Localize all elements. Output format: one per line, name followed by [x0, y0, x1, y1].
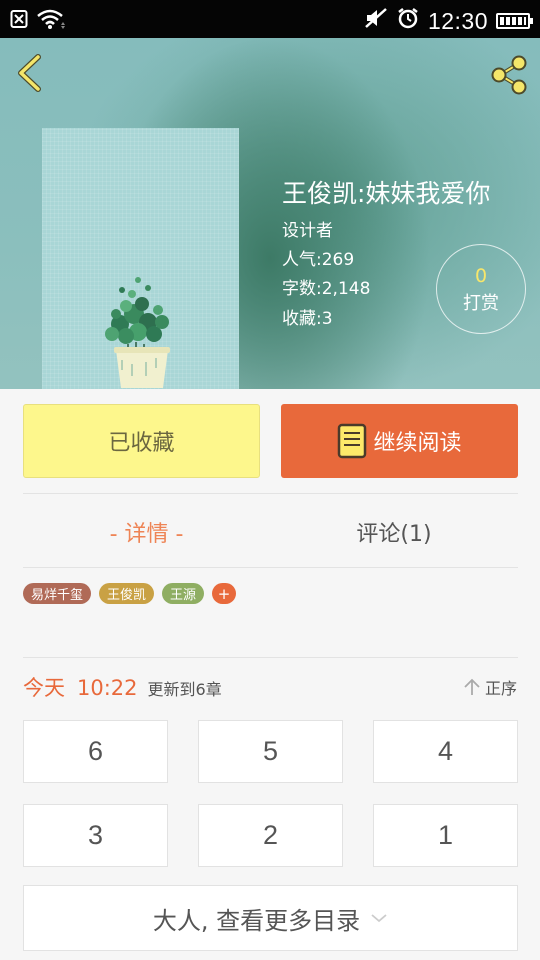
- book-word-count: 字数:2,148: [282, 279, 371, 299]
- back-button[interactable]: [12, 52, 48, 94]
- update-time: 10:22: [77, 676, 138, 700]
- collected-button[interactable]: 已收藏: [23, 404, 260, 478]
- tag-list: 易烊千玺 王俊凯 王源 +: [23, 583, 237, 604]
- tag[interactable]: 王俊凯: [99, 583, 155, 604]
- update-day: 今天: [23, 676, 65, 700]
- status-bar-left: [10, 8, 66, 34]
- continue-reading-button[interactable]: 继续阅读: [281, 404, 518, 478]
- battery-icon: [496, 13, 533, 29]
- book-title: 王俊凯:妹妹我爱你: [282, 179, 491, 208]
- update-info: 今天 10:22 更新到6章: [23, 672, 222, 702]
- chapter-button[interactable]: 3: [23, 804, 168, 867]
- add-tag-button[interactable]: +: [212, 583, 237, 604]
- status-bar-right: 12:30: [364, 6, 533, 36]
- share-icon: [491, 55, 527, 95]
- reward-button[interactable]: 0 打赏: [436, 244, 526, 334]
- more-chapters-button[interactable]: 大人, 查看更多目录: [23, 885, 518, 951]
- divider: [23, 657, 518, 658]
- more-chapters-label: 大人, 查看更多目录: [152, 906, 361, 935]
- chevron-down-icon: [371, 914, 387, 923]
- book-author: 设计者: [282, 221, 333, 241]
- update-text: 更新到6章: [147, 680, 222, 699]
- divider: [23, 567, 518, 568]
- alarm-icon: [396, 6, 420, 36]
- divider: [23, 493, 518, 494]
- tag[interactable]: 易烊千玺: [23, 583, 92, 604]
- sort-label: 正序: [484, 679, 517, 698]
- chapter-button[interactable]: 6: [23, 720, 168, 783]
- chapter-button[interactable]: 2: [198, 804, 343, 867]
- tab-details[interactable]: - 详情 -: [23, 510, 270, 554]
- tab-details-label: - 详情 -: [109, 522, 184, 547]
- book-icon: [338, 423, 367, 459]
- sort-order-button[interactable]: 正序: [463, 675, 517, 699]
- chapter-button[interactable]: 4: [373, 720, 518, 783]
- tab-comments-label: 评论(1): [356, 522, 432, 547]
- chapter-button[interactable]: 1: [373, 804, 518, 867]
- book-cover[interactable]: [42, 128, 239, 389]
- reward-count: 0: [474, 265, 488, 287]
- chevron-left-icon: [18, 54, 41, 92]
- chapter-button[interactable]: 5: [198, 720, 343, 783]
- status-time: 12:30: [427, 7, 488, 34]
- reward-label: 打赏: [463, 293, 499, 314]
- collected-label: 已收藏: [108, 431, 175, 456]
- status-bar: 12:30: [0, 0, 540, 38]
- arrow-up-icon: [464, 678, 480, 695]
- plant-illustration: [105, 277, 170, 388]
- share-button[interactable]: [488, 54, 530, 96]
- book-header: 王俊凯:妹妹我爱你 设计者 人气:269 字数:2,148 收藏:3 0 打赏: [0, 38, 540, 389]
- wifi-icon: [36, 8, 66, 34]
- book-favorites: 收藏:3: [282, 309, 333, 329]
- tag[interactable]: 王源: [162, 583, 205, 604]
- mute-icon: [364, 7, 388, 35]
- tab-comments[interactable]: 评论(1): [270, 510, 518, 554]
- notification-icon: [10, 9, 28, 33]
- book-popularity: 人气:269: [282, 250, 355, 270]
- continue-reading-label: 继续阅读: [373, 431, 462, 456]
